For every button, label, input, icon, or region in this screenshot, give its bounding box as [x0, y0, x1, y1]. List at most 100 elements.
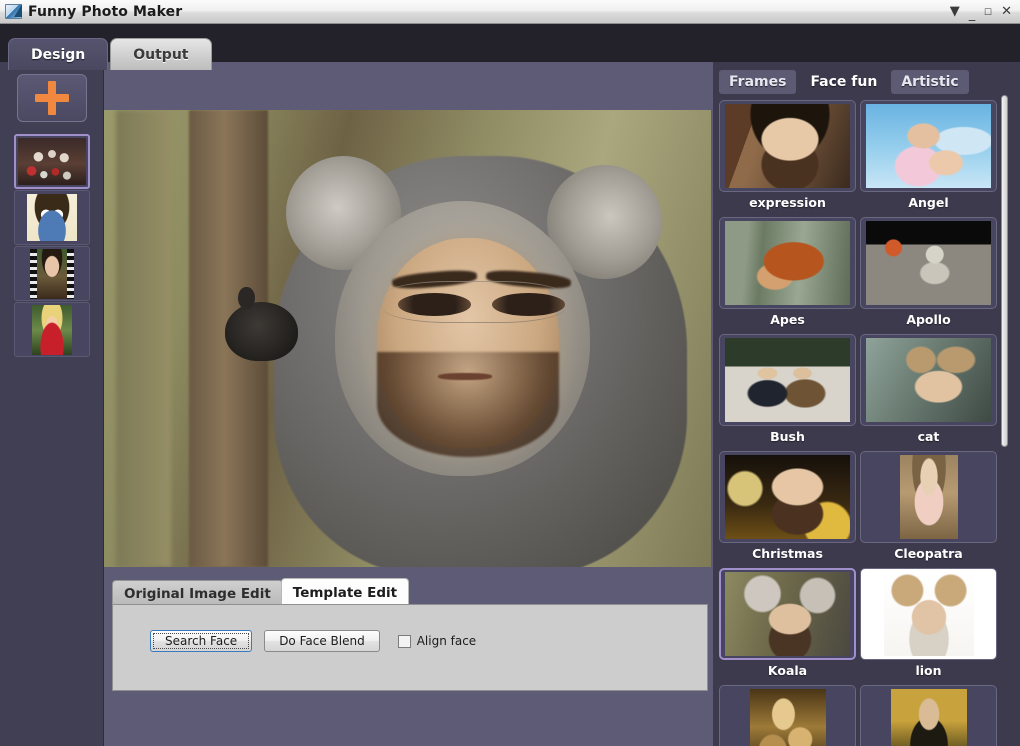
template-thumbnail[interactable] [860, 685, 997, 746]
template-label: Apes [770, 312, 805, 327]
eye-left [398, 292, 472, 316]
template-label: Angel [908, 195, 949, 210]
sidebar-item-film-strip-portrait[interactable] [14, 246, 90, 301]
tab-template-edit[interactable]: Template Edit [280, 578, 410, 606]
template-label: Apollo [906, 312, 951, 327]
mouth [437, 372, 493, 381]
template-label: Cleopatra [894, 546, 963, 561]
template-label: lion [915, 663, 942, 678]
template-label: expression [749, 195, 826, 210]
blonde-portrait-thumbnail [32, 304, 72, 355]
template-item-lion[interactable]: lion [860, 568, 997, 683]
sidebar-item-family-photo[interactable] [14, 134, 90, 189]
expression-image [725, 104, 850, 188]
template-thumbnail[interactable] [719, 451, 856, 543]
edit-panel-controls: Search Face Do Face Blend Align face [150, 630, 476, 652]
tab-frames[interactable]: Frames [719, 70, 797, 94]
tab-artistic[interactable]: Artistic [891, 70, 969, 94]
eye-right [492, 292, 566, 316]
template-thumbnail[interactable] [719, 685, 856, 746]
template-label: Koala [767, 663, 808, 678]
template-label: Bush [770, 429, 805, 444]
align-face-label: Align face [416, 634, 477, 648]
template-grid: expression Angel Apes Apollo Bush cat Ch… [719, 100, 998, 746]
mona-lisa-image [890, 689, 967, 746]
template-item-cleopatra[interactable]: Cleopatra [860, 451, 997, 566]
canvas-frame [104, 110, 711, 567]
gold-painting-image [749, 689, 826, 746]
template-row: Christmas Cleopatra [719, 451, 998, 566]
sidebar-item-blonde-portrait[interactable] [14, 302, 90, 357]
edit-panel: Search Face Do Face Blend Align face [112, 604, 708, 691]
work-area: Original Image Edit Template Edit Search… [104, 62, 713, 746]
do-face-blend-button[interactable]: Do Face Blend [264, 630, 380, 652]
beard [377, 352, 560, 458]
sidebar-item-cartoon-avatar[interactable] [14, 190, 90, 245]
template-item-angel[interactable]: Angel [860, 100, 997, 215]
align-face-checkbox[interactable] [397, 634, 411, 648]
image-sidebar [0, 62, 104, 746]
close-icon[interactable]: ✕ [1001, 5, 1012, 18]
apollo-image [866, 221, 991, 305]
main-tab-bar: Design Output [8, 38, 214, 70]
cat-image [866, 338, 991, 422]
template-item-mona[interactable] [860, 685, 997, 746]
align-face-checkbox-row[interactable]: Align face [397, 634, 477, 648]
template-row: Apes Apollo [719, 217, 998, 332]
tab-output[interactable]: Output [110, 38, 212, 70]
template-item-expression[interactable]: expression [719, 100, 856, 215]
tab-design[interactable]: Design [8, 38, 109, 70]
template-row: Bush cat [719, 334, 998, 449]
template-label: cat [917, 429, 940, 444]
title-bar: Funny Photo Maker ▼ _ ☐ ✕ [0, 0, 1020, 24]
template-thumbnail[interactable] [860, 568, 997, 660]
tab-original-image-edit[interactable]: Original Image Edit [112, 580, 283, 606]
template-item-gold[interactable] [719, 685, 856, 746]
template-item-apes[interactable]: Apes [719, 217, 856, 332]
koala-image [725, 572, 850, 656]
background-branch-left [116, 110, 171, 567]
category-tab-bar: Frames Face fun Artistic [719, 70, 969, 94]
template-label: Christmas [752, 546, 823, 561]
template-panel: Frames Face fun Artistic expression Ange… [713, 62, 1020, 746]
template-row [719, 685, 998, 746]
edit-tab-bar: Original Image Edit Template Edit [112, 578, 410, 606]
template-thumbnail[interactable] [860, 100, 997, 192]
family-photo-thumbnail [18, 138, 86, 185]
apes-image [725, 221, 850, 305]
koala-face-swap-preview[interactable] [104, 110, 711, 567]
dropdown-icon[interactable]: ▼ [950, 5, 960, 18]
plus-icon [35, 81, 69, 115]
template-row: expression Angel [719, 100, 998, 215]
lion-image [883, 572, 974, 656]
template-item-christmas[interactable]: Christmas [719, 451, 856, 566]
christmas-image [725, 455, 850, 539]
window-title: Funny Photo Maker [28, 3, 183, 20]
template-thumbnail[interactable] [860, 451, 997, 543]
cleopatra-image [899, 455, 958, 539]
template-item-bush[interactable]: Bush [719, 334, 856, 449]
template-thumbnail[interactable] [860, 217, 997, 309]
app-photo-icon [5, 4, 22, 19]
tab-face-fun[interactable]: Face fun [800, 70, 887, 94]
sidebar-thumbnail-list [14, 134, 90, 358]
application-window: Funny Photo Maker ▼ _ ☐ ✕ Design Output [0, 0, 1020, 746]
maximize-icon[interactable]: ☐ [984, 5, 992, 18]
search-face-button[interactable]: Search Face [150, 630, 253, 652]
template-thumbnail[interactable] [719, 217, 856, 309]
template-item-koala[interactable]: Koala [719, 568, 856, 683]
template-thumbnail[interactable] [860, 334, 997, 426]
template-row: Koala lion [719, 568, 998, 683]
template-item-cat[interactable]: cat [860, 334, 997, 449]
add-image-button[interactable] [17, 74, 87, 122]
koala-paw [225, 286, 299, 362]
scrollbar-thumb[interactable] [1001, 95, 1008, 447]
film-strip-thumbnail [30, 248, 74, 299]
template-thumbnail-selected[interactable] [719, 568, 856, 660]
template-thumbnail[interactable] [719, 100, 856, 192]
template-item-apollo[interactable]: Apollo [860, 217, 997, 332]
minimize-icon[interactable]: _ [969, 8, 976, 21]
angel-image [866, 104, 991, 188]
template-thumbnail[interactable] [719, 334, 856, 426]
template-scrollbar[interactable] [1001, 95, 1008, 743]
